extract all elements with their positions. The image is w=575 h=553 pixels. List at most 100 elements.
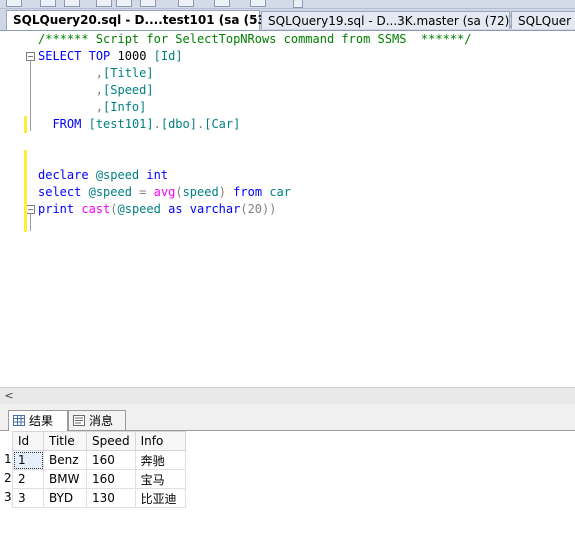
code-line-6: FROM [test101].[dbo].[Car] bbox=[38, 116, 240, 133]
save-icon[interactable] bbox=[64, 0, 80, 7]
column-header-id[interactable]: Id bbox=[12, 431, 44, 451]
toolbar bbox=[0, 0, 575, 9]
code-function: cast bbox=[81, 202, 111, 216]
table-row: 2 BMW 160 宝马 bbox=[12, 469, 186, 489]
code-line-3: ,[Title] bbox=[38, 65, 154, 82]
code-variable: @speed bbox=[95, 168, 140, 182]
code-identifier: speed bbox=[182, 185, 219, 199]
code-keyword: varchar bbox=[189, 202, 241, 216]
indent-icon[interactable] bbox=[214, 0, 230, 7]
code-number: 1000 bbox=[117, 49, 147, 63]
code-operator: ( bbox=[175, 185, 183, 199]
fold-line bbox=[30, 61, 31, 131]
code-line-2: SELECT TOP 1000 [Id] bbox=[38, 48, 183, 65]
code-function: avg bbox=[153, 185, 176, 199]
code-identifier: [test101] bbox=[88, 117, 154, 131]
code-operator: , bbox=[95, 100, 104, 114]
code-keyword: print bbox=[38, 202, 75, 216]
row-number[interactable]: 2 bbox=[0, 469, 12, 488]
code-operator: . bbox=[153, 117, 161, 131]
code-operator: , bbox=[95, 66, 104, 80]
tab-results[interactable]: 结果 bbox=[8, 410, 68, 431]
code-operator: = bbox=[139, 185, 147, 199]
change-marker bbox=[24, 150, 27, 232]
code-keyword: select bbox=[38, 185, 82, 199]
code-identifier: [Car] bbox=[204, 117, 241, 131]
chevron-down-icon[interactable] bbox=[293, 0, 303, 8]
code-operator: ) bbox=[218, 185, 226, 199]
row-number[interactable]: 1 bbox=[0, 450, 12, 469]
code-keyword: declare bbox=[38, 168, 89, 182]
new-query-icon[interactable] bbox=[6, 0, 22, 7]
code-keyword: from bbox=[233, 185, 263, 199]
editor-gutter bbox=[0, 31, 24, 387]
code-identifier: [Title] bbox=[103, 66, 154, 80]
code-comment: /****** Script for SelectTopNRows comman… bbox=[38, 32, 472, 46]
tab-sqlquery19[interactable]: SQLQuery19.sql - D...3K.master (sa (72)) bbox=[261, 11, 514, 29]
table-cell[interactable]: 比亚迪 bbox=[134, 488, 186, 508]
code-identifier: [dbo] bbox=[160, 117, 197, 131]
table-row: 1 Benz 160 奔驰 bbox=[12, 450, 186, 470]
code-identifier: [Speed] bbox=[103, 83, 154, 97]
code-identifier: [Info] bbox=[103, 100, 147, 114]
column-header-info[interactable]: Info bbox=[134, 431, 186, 451]
code-line-9: declare @speed int bbox=[38, 167, 168, 184]
editor-horizontal-scrollbar[interactable]: < bbox=[0, 387, 575, 404]
collapse-icon[interactable]: − bbox=[26, 52, 35, 61]
code-keyword: FROM bbox=[52, 117, 82, 131]
query-editor[interactable]: − − /****** Script for SelectTopNRows co… bbox=[0, 31, 575, 387]
table-row: 3 BYD 130 比亚迪 bbox=[12, 488, 186, 508]
table-cell[interactable]: 130 bbox=[86, 488, 136, 508]
code-operator: , bbox=[95, 83, 104, 97]
table-cell[interactable]: Benz bbox=[43, 450, 87, 470]
table-cell[interactable]: 1 bbox=[12, 450, 44, 470]
code-line-10: select @speed = avg(speed) from car bbox=[38, 184, 291, 201]
chevron-left-icon[interactable]: < bbox=[3, 388, 15, 404]
table-cell[interactable]: 奔驰 bbox=[134, 450, 186, 470]
results-grid-pane[interactable]: 1 2 3 Id Title Speed Info 1 Benz 160 奔驰 … bbox=[0, 431, 575, 553]
code-variable: @speed bbox=[117, 202, 161, 216]
code-keyword: SELECT bbox=[38, 49, 82, 63]
row-number[interactable]: 3 bbox=[0, 488, 12, 507]
grid-icon bbox=[13, 415, 25, 426]
results-tab-strip: 结果 消息 bbox=[0, 408, 575, 431]
code-line-1: /****** Script for SelectTopNRows comman… bbox=[38, 31, 471, 48]
change-marker bbox=[24, 116, 27, 133]
table-cell[interactable]: 160 bbox=[86, 469, 136, 489]
code-variable: @speed bbox=[88, 185, 132, 199]
code-keyword: int bbox=[146, 168, 169, 182]
table-cell[interactable]: BYD bbox=[43, 488, 87, 508]
table-cell[interactable]: 宝马 bbox=[134, 469, 186, 489]
code-operator: (20)) bbox=[240, 202, 277, 216]
code-line-5: ,[Info] bbox=[38, 99, 147, 116]
table-cell[interactable]: BMW bbox=[43, 469, 87, 489]
parse-icon[interactable] bbox=[178, 0, 194, 7]
collapse-icon[interactable]: − bbox=[26, 205, 35, 214]
code-keyword: TOP bbox=[88, 49, 111, 63]
code-keyword: as bbox=[168, 202, 183, 216]
table-cell[interactable]: 3 bbox=[12, 488, 44, 508]
debug-icon[interactable] bbox=[116, 0, 132, 7]
comment-icon[interactable] bbox=[250, 0, 266, 7]
table-header-row: Id Title Speed Info bbox=[12, 431, 186, 451]
stop-icon[interactable] bbox=[140, 0, 156, 7]
tab-sqlquery20[interactable]: SQLQuery20.sql - D....test101 (sa (53))* bbox=[6, 10, 283, 30]
column-header-title[interactable]: Title bbox=[43, 431, 87, 451]
column-header-speed[interactable]: Speed bbox=[86, 431, 136, 451]
open-icon[interactable] bbox=[40, 0, 56, 7]
tab-messages[interactable]: 消息 bbox=[68, 410, 126, 430]
code-line-4: ,[Speed] bbox=[38, 82, 154, 99]
code-line-11: print cast(@speed as varchar(20)) bbox=[38, 201, 276, 218]
results-table: Id Title Speed Info 1 Benz 160 奔驰 2 BMW … bbox=[12, 431, 186, 508]
tab-messages-label: 消息 bbox=[89, 414, 114, 428]
editor-tab-strip: SQLQuery20.sql - D....test101 (sa (53))*… bbox=[0, 9, 575, 31]
row-number-column: 1 2 3 bbox=[0, 450, 12, 507]
tab-results-label: 结果 bbox=[29, 414, 54, 428]
tab-sqlquery-overflow[interactable]: SQLQuer bbox=[511, 11, 575, 29]
table-cell[interactable]: 160 bbox=[86, 450, 136, 470]
code-identifier: car bbox=[269, 185, 291, 199]
execute-icon[interactable] bbox=[96, 0, 112, 7]
table-cell[interactable]: 2 bbox=[12, 469, 44, 489]
code-operator: ( bbox=[110, 202, 118, 216]
code-identifier: [Id] bbox=[153, 49, 183, 63]
